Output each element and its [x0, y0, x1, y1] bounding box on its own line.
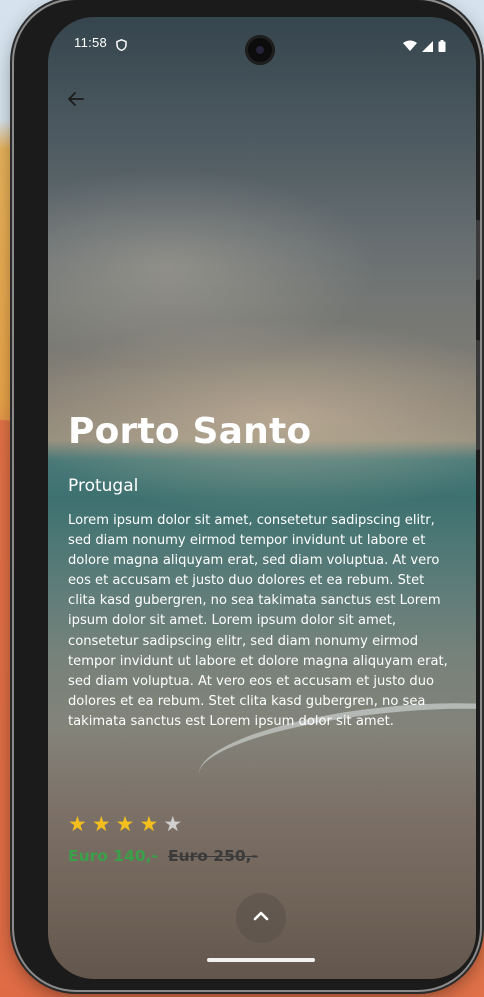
- star-filled-icon: ★: [115, 812, 135, 836]
- back-button[interactable]: [64, 87, 88, 111]
- price-row: Euro 140,- Euro 250,-: [68, 847, 258, 865]
- expand-button[interactable]: [236, 893, 286, 943]
- destination-detail-page: 11:58 Porto Santo Protugal Lorem ipsum d…: [48, 17, 476, 979]
- star-filled-icon: ★: [139, 812, 159, 836]
- status-icons: [403, 37, 446, 56]
- chevron-up-icon: [251, 906, 271, 930]
- destination-country: Protugal: [68, 476, 139, 496]
- home-indicator[interactable]: [207, 958, 315, 962]
- star-filled-icon: ★: [91, 812, 111, 836]
- destination-description: Lorem ipsum dolor sit amet, consetetur s…: [68, 513, 448, 729]
- battery-icon: [438, 37, 446, 56]
- rating-stars: ★ ★ ★ ★ ★: [68, 813, 182, 835]
- shield-icon: [116, 36, 127, 55]
- destination-title: Porto Santo: [68, 411, 312, 452]
- status-time: 11:58: [74, 35, 108, 50]
- wifi-icon: [403, 37, 417, 56]
- star-filled-icon: ★: [68, 812, 87, 836]
- signal-icon: [422, 37, 433, 56]
- phone-frame: 11:58 Porto Santo Protugal Lorem ipsum d…: [14, 0, 480, 990]
- camera-cutout: [245, 35, 275, 65]
- arrow-left-icon: [64, 92, 88, 115]
- screen: 11:58 Porto Santo Protugal Lorem ipsum d…: [48, 17, 476, 979]
- price-current: Euro 140,-: [68, 847, 158, 865]
- star-empty-icon: ★: [163, 812, 183, 836]
- price-original: Euro 250,-: [168, 847, 258, 865]
